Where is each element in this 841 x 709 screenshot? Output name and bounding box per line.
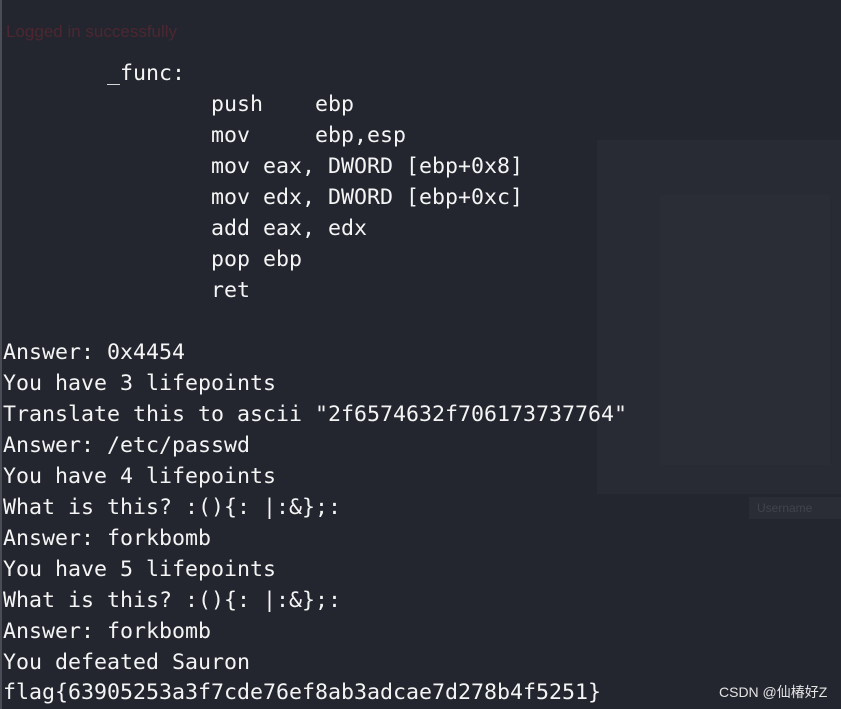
code-label-func: _func: <box>3 61 186 86</box>
code-line-add: add eax, edx <box>3 216 368 241</box>
output-line-answer-4: Answer: forkbomb <box>3 619 212 644</box>
csdn-watermark: CSDN @仙椿好Z <box>719 684 828 700</box>
code-line-mov-eax: mov eax, DWORD [ebp+0x8] <box>3 154 524 179</box>
ghost-background-figure <box>660 195 830 465</box>
code-line-mov-ebp: mov ebp,esp <box>3 123 407 148</box>
output-line-question-1: What is this? :(){: |:&};: <box>3 495 342 520</box>
code-line-push: push ebp <box>3 92 355 117</box>
output-line-lifepoints-3: You have 3 lifepoints <box>3 371 277 396</box>
code-line-pop: pop ebp <box>3 247 303 272</box>
ghost-top-row <box>0 0 841 8</box>
output-line-question-2: What is this? :(){: |:&};: <box>3 588 342 613</box>
window-left-border <box>0 0 2 709</box>
output-line-answer-1: Answer: 0x4454 <box>3 340 186 365</box>
output-line-defeated: You defeated Sauron <box>3 650 251 675</box>
ghost-username-field: Username <box>749 497 841 519</box>
output-line-lifepoints-4: You have 4 lifepoints <box>3 464 277 489</box>
output-line-answer-3: Answer: forkbomb <box>3 526 212 551</box>
output-line-translate: Translate this to ascii "2f6574632f70617… <box>3 402 628 427</box>
output-line-answer-2: Answer: /etc/passwd <box>3 433 251 458</box>
ghost-status-text: Logged in successfully <box>6 22 178 41</box>
terminal-window[interactable]: Logged in successfully Username _func: p… <box>0 0 841 709</box>
code-line-ret: ret <box>3 278 251 303</box>
output-line-flag: flag{63905253a3f7cde76ef8ab3adcae7d278b4… <box>3 680 602 705</box>
code-line-mov-edx: mov edx, DWORD [ebp+0xc] <box>3 185 524 210</box>
output-line-lifepoints-5: You have 5 lifepoints <box>3 557 277 582</box>
